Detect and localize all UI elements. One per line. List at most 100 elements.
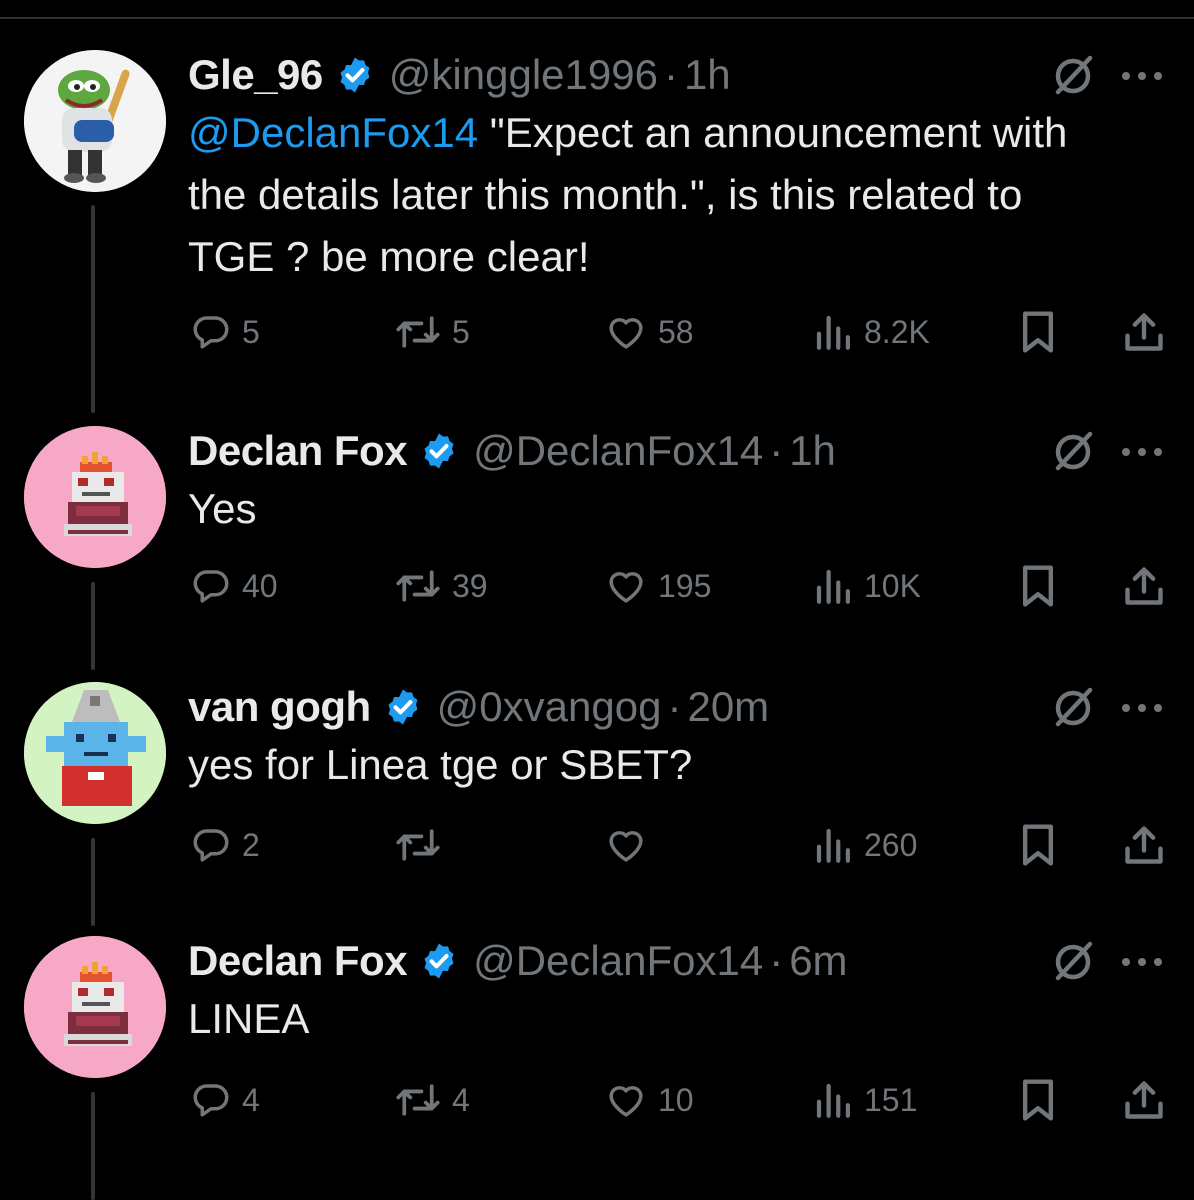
post-header: Declan Fox @DeclanFox14 · 1h: [188, 426, 836, 476]
post-text: yes for Linea tge or SBET?: [188, 734, 1088, 796]
share-icon: [1125, 313, 1163, 351]
share-button[interactable]: [1122, 309, 1166, 355]
display-name[interactable]: Declan Fox: [188, 937, 408, 985]
reply-button[interactable]: 40: [190, 563, 278, 609]
views-button[interactable]: 8.2K: [812, 309, 930, 355]
reply-icon: [193, 829, 229, 862]
grok-icon[interactable]: [1050, 428, 1096, 474]
repost-icon: [396, 1084, 440, 1116]
share-button[interactable]: [1122, 1077, 1166, 1123]
views-button[interactable]: 151: [812, 1077, 917, 1123]
like-button[interactable]: 195: [604, 563, 711, 609]
repost-button[interactable]: 4: [394, 1077, 470, 1123]
verified-badge-icon: [424, 433, 454, 469]
verified-badge-icon: [340, 57, 370, 93]
views-icon: [816, 315, 850, 350]
post-body: Yes: [188, 485, 257, 532]
avatar[interactable]: [24, 682, 166, 824]
timestamp[interactable]: 6m: [789, 937, 847, 985]
separator-dot: ·: [667, 683, 682, 730]
views-button[interactable]: 10K: [812, 563, 921, 609]
pixel-creature-helmet-avatar-icon: [24, 682, 166, 824]
bookmark-button[interactable]: [1018, 309, 1058, 355]
post-text: LINEA: [188, 988, 1088, 1050]
separator-dot: ·: [663, 51, 678, 98]
views-count: 10K: [864, 567, 921, 604]
timestamp[interactable]: 1h: [684, 51, 731, 99]
bookmark-icon: [1022, 1079, 1054, 1121]
repost-button[interactable]: 5: [394, 309, 470, 355]
pepe-baseball-avatar-icon: [24, 50, 166, 192]
post-body: LINEA: [188, 995, 310, 1042]
timestamp[interactable]: 20m: [687, 683, 769, 731]
more-icon[interactable]: [1118, 446, 1166, 458]
reply-count: 2: [242, 826, 260, 863]
bookmark-button[interactable]: [1018, 1077, 1058, 1123]
post[interactable]: Declan Fox @DeclanFox14 · 1h Yes 40 39 1…: [0, 426, 1194, 681]
post[interactable]: Gle_96 @kinggle1996 · 1h @DeclanFox14 "E…: [0, 50, 1194, 353]
post[interactable]: Declan Fox @DeclanFox14 · 6m LINEA 4 4 1…: [0, 936, 1194, 1191]
separator-dot: ·: [769, 937, 784, 984]
reply-count: 40: [242, 567, 278, 604]
handle[interactable]: @DeclanFox14: [473, 427, 763, 475]
bookmark-button[interactable]: [1018, 563, 1058, 609]
handle[interactable]: @0xvangog: [437, 683, 662, 731]
handle[interactable]: @kinggle1996: [389, 51, 658, 99]
action-bar: 40 39 195 10K: [0, 563, 1194, 609]
pixel-frog-crown-avatar-icon: [24, 936, 166, 1078]
display-name[interactable]: Gle_96: [188, 51, 323, 99]
like-button[interactable]: 58: [604, 309, 694, 355]
views-button[interactable]: 260: [812, 822, 917, 868]
verified-badge-icon: [424, 943, 454, 979]
like-button[interactable]: 10: [604, 1077, 694, 1123]
reply-button[interactable]: 5: [190, 309, 260, 355]
reply-icon: [193, 570, 229, 603]
views-icon: [816, 828, 850, 863]
share-button[interactable]: [1122, 822, 1166, 868]
reply-icon: [193, 1084, 229, 1117]
reply-count: 4: [242, 1081, 260, 1118]
like-icon: [609, 318, 643, 349]
grok-icon[interactable]: [1050, 52, 1096, 98]
action-bar: 4 4 10 151: [0, 1077, 1194, 1123]
display-name[interactable]: van gogh: [188, 683, 371, 731]
repost-count: 5: [452, 313, 470, 350]
more-icon[interactable]: [1118, 702, 1166, 714]
more-icon[interactable]: [1118, 956, 1166, 968]
repost-button[interactable]: 39: [394, 563, 488, 609]
views-count: 8.2K: [864, 313, 930, 350]
share-button[interactable]: [1122, 563, 1166, 609]
avatar[interactable]: [24, 936, 166, 1078]
top-divider: [0, 17, 1194, 19]
more-icon[interactable]: [1118, 70, 1166, 82]
reply-button[interactable]: 4: [190, 1077, 260, 1123]
mention-link[interactable]: @DeclanFox14: [188, 109, 478, 156]
handle[interactable]: @DeclanFox14: [473, 937, 763, 985]
reply-icon: [193, 316, 229, 349]
views-icon: [816, 1083, 850, 1118]
repost-icon: [396, 570, 440, 602]
like-button[interactable]: [604, 822, 658, 868]
grok-icon[interactable]: [1050, 684, 1096, 730]
post-text: Yes: [188, 478, 1088, 540]
timestamp[interactable]: 1h: [789, 427, 836, 475]
display-name[interactable]: Declan Fox: [188, 427, 408, 475]
avatar[interactable]: [24, 426, 166, 568]
post-header: Gle_96 @kinggle1996 · 1h: [188, 50, 731, 100]
verified-badge-icon: [388, 689, 418, 725]
reply-button[interactable]: 2: [190, 822, 260, 868]
post[interactable]: van gogh @0xvangog · 20m yes for Linea t…: [0, 682, 1194, 937]
post-text: @DeclanFox14 "Expect an announcement wit…: [188, 102, 1088, 288]
post-header: Declan Fox @DeclanFox14 · 6m: [188, 936, 848, 986]
share-icon: [1125, 1081, 1163, 1119]
share-icon: [1125, 567, 1163, 605]
repost-count: 4: [452, 1081, 470, 1118]
avatar[interactable]: [24, 50, 166, 192]
grok-icon[interactable]: [1050, 938, 1096, 984]
bookmark-button[interactable]: [1018, 822, 1058, 868]
repost-icon: [396, 829, 440, 861]
repost-button[interactable]: [394, 822, 452, 868]
action-bar: 5 5 58 8.2K: [0, 309, 1194, 355]
post-body: yes for Linea tge or SBET?: [188, 741, 693, 788]
reply-count: 5: [242, 313, 260, 350]
